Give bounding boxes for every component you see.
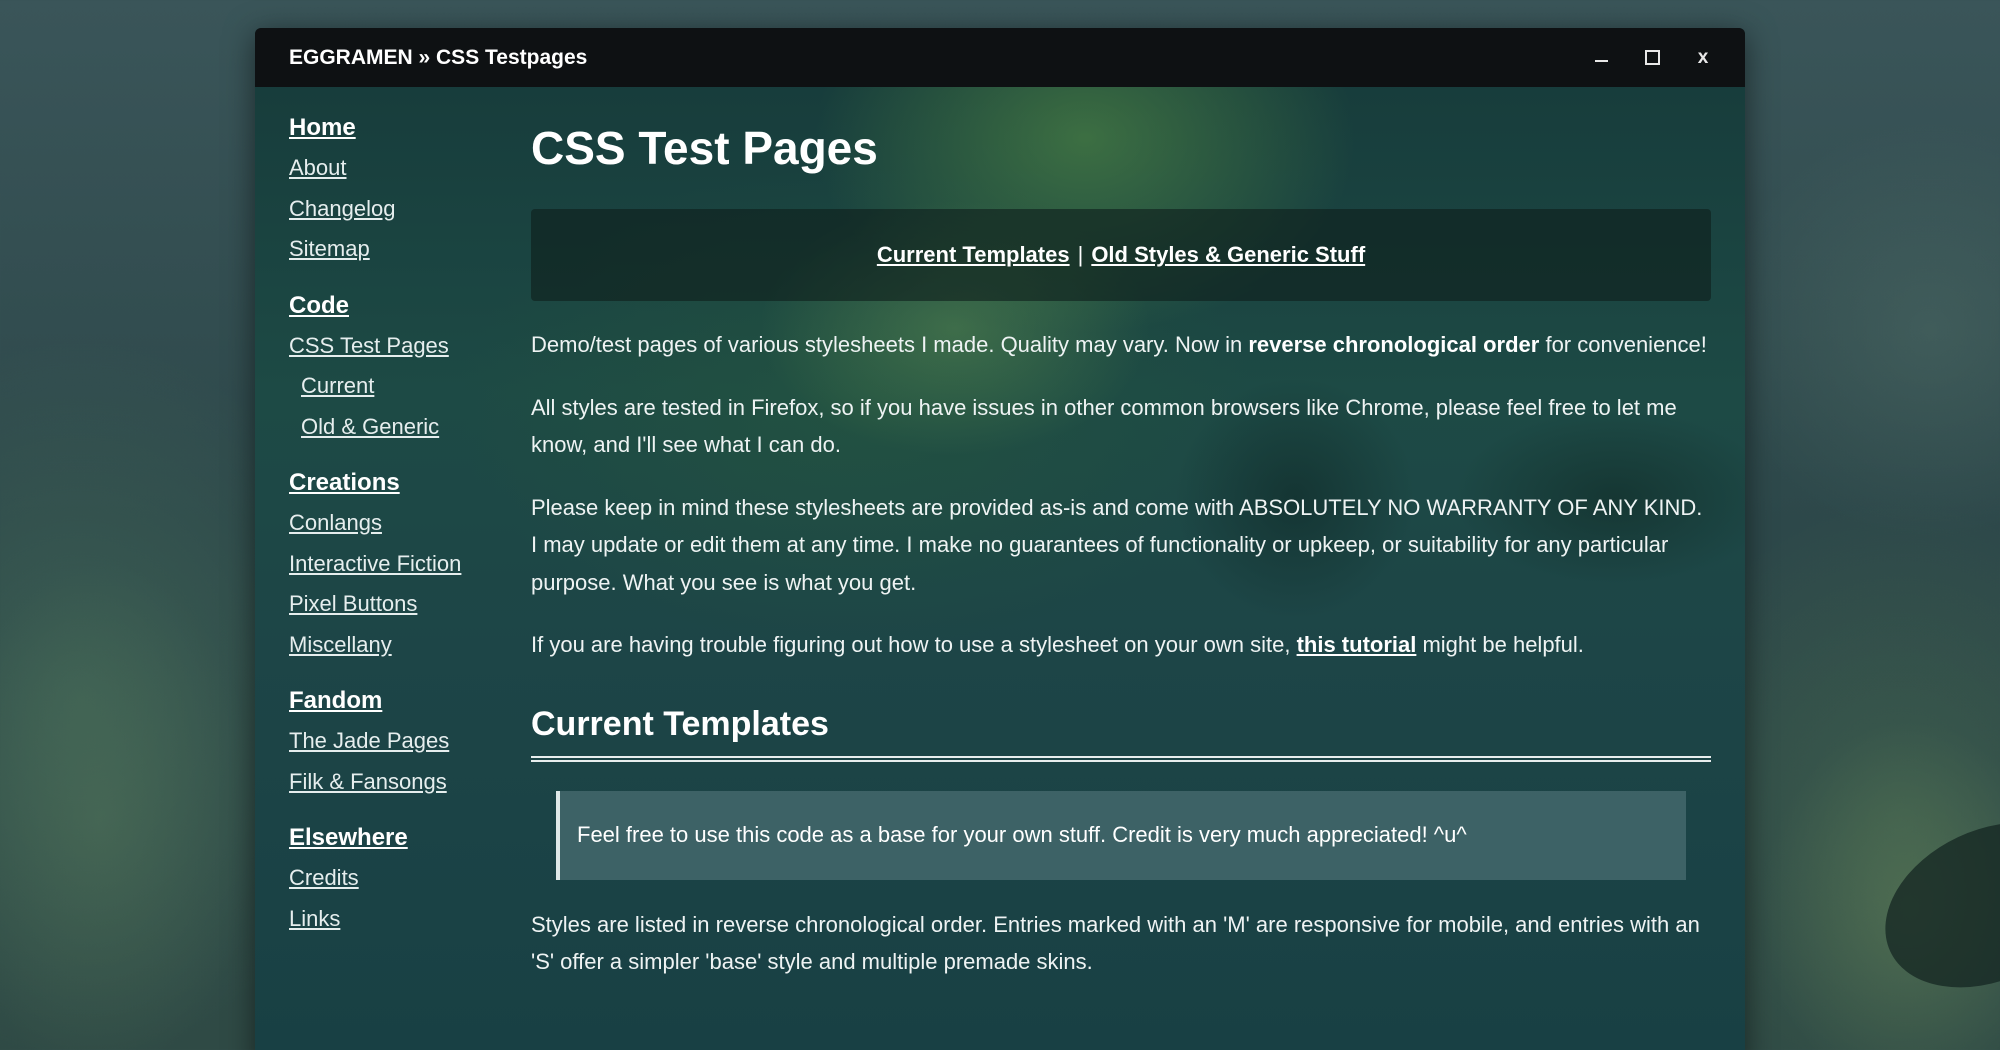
nav-heading-fandom[interactable]: Fandom — [289, 681, 489, 721]
nav-link-about[interactable]: About — [289, 148, 489, 189]
jump-links-bar: Current Templates | Old Styles & Generic… — [531, 209, 1711, 301]
close-button[interactable]: x — [1683, 28, 1723, 87]
nav-link-filk-fansongs[interactable]: Filk & Fansongs — [289, 762, 489, 803]
nav-link-links[interactable]: Links — [289, 899, 489, 940]
nav-link-jade-pages[interactable]: The Jade Pages — [289, 721, 489, 762]
main-content: CSS Test Pages Current Templates | Old S… — [531, 118, 1711, 981]
page-title: CSS Test Pages — [531, 122, 878, 174]
browser-note-paragraph: All styles are tested in Firefox, so if … — [531, 394, 1677, 458]
nav-link-pixel-buttons[interactable]: Pixel Buttons — [289, 584, 489, 625]
nav-link-old-generic[interactable]: Old & Generic — [289, 407, 489, 448]
minimize-icon — [1594, 59, 1608, 62]
jump-link-current-templates[interactable]: Current Templates — [877, 242, 1070, 268]
nav-heading-code[interactable]: Code — [289, 286, 489, 326]
tutorial-paragraph: If you are having trouble figuring out h… — [531, 632, 1584, 657]
background-plant-bulb — [1858, 790, 2000, 1020]
credit-notice: Feel free to use this code as a base for… — [556, 790, 1686, 880]
window-title: EGGRAMEN » CSS Testpages — [289, 46, 588, 69]
nav-link-css-test-pages[interactable]: CSS Test Pages — [289, 326, 489, 367]
tutorial-link[interactable]: this tutorial — [1297, 632, 1417, 657]
nav-heading-creations[interactable]: Creations — [289, 463, 489, 503]
nav-link-sitemap[interactable]: Sitemap — [289, 229, 489, 270]
sidebar-nav: Home About Changelog Sitemap Code CSS Te… — [289, 108, 489, 939]
nav-link-changelog[interactable]: Changelog — [289, 189, 489, 230]
minimize-button[interactable] — [1581, 28, 1621, 87]
nav-heading-home[interactable]: Home — [289, 108, 489, 148]
nav-link-interactive-fiction[interactable]: Interactive Fiction — [289, 544, 489, 585]
listing-explanation-paragraph: Styles are listed in reverse chronologic… — [531, 911, 1700, 975]
intro-paragraph: Demo/test pages of various stylesheets I… — [531, 332, 1707, 357]
nav-link-credits[interactable]: Credits — [289, 858, 489, 899]
maximize-icon — [1644, 50, 1660, 66]
jump-link-old-styles[interactable]: Old Styles & Generic Stuff — [1091, 242, 1365, 268]
warranty-paragraph: Please keep in mind these stylesheets ar… — [531, 494, 1703, 595]
section-heading-current-templates: Current Templates — [531, 704, 1711, 762]
jump-separator: | — [1077, 242, 1084, 267]
nav-link-miscellany[interactable]: Miscellany — [289, 625, 489, 666]
maximize-button[interactable] — [1632, 28, 1672, 87]
nav-link-current[interactable]: Current — [289, 366, 489, 407]
nav-heading-elsewhere[interactable]: Elsewhere — [289, 818, 489, 858]
emphasis-reverse-chronological: reverse chronological order — [1248, 332, 1540, 357]
browser-window: EGGRAMEN » CSS Testpages x Home About Ch… — [255, 28, 1745, 1050]
nav-link-conlangs[interactable]: Conlangs — [289, 503, 489, 544]
background-fern-left — [0, 560, 260, 1050]
title-bar: EGGRAMEN » CSS Testpages x — [255, 28, 1745, 87]
